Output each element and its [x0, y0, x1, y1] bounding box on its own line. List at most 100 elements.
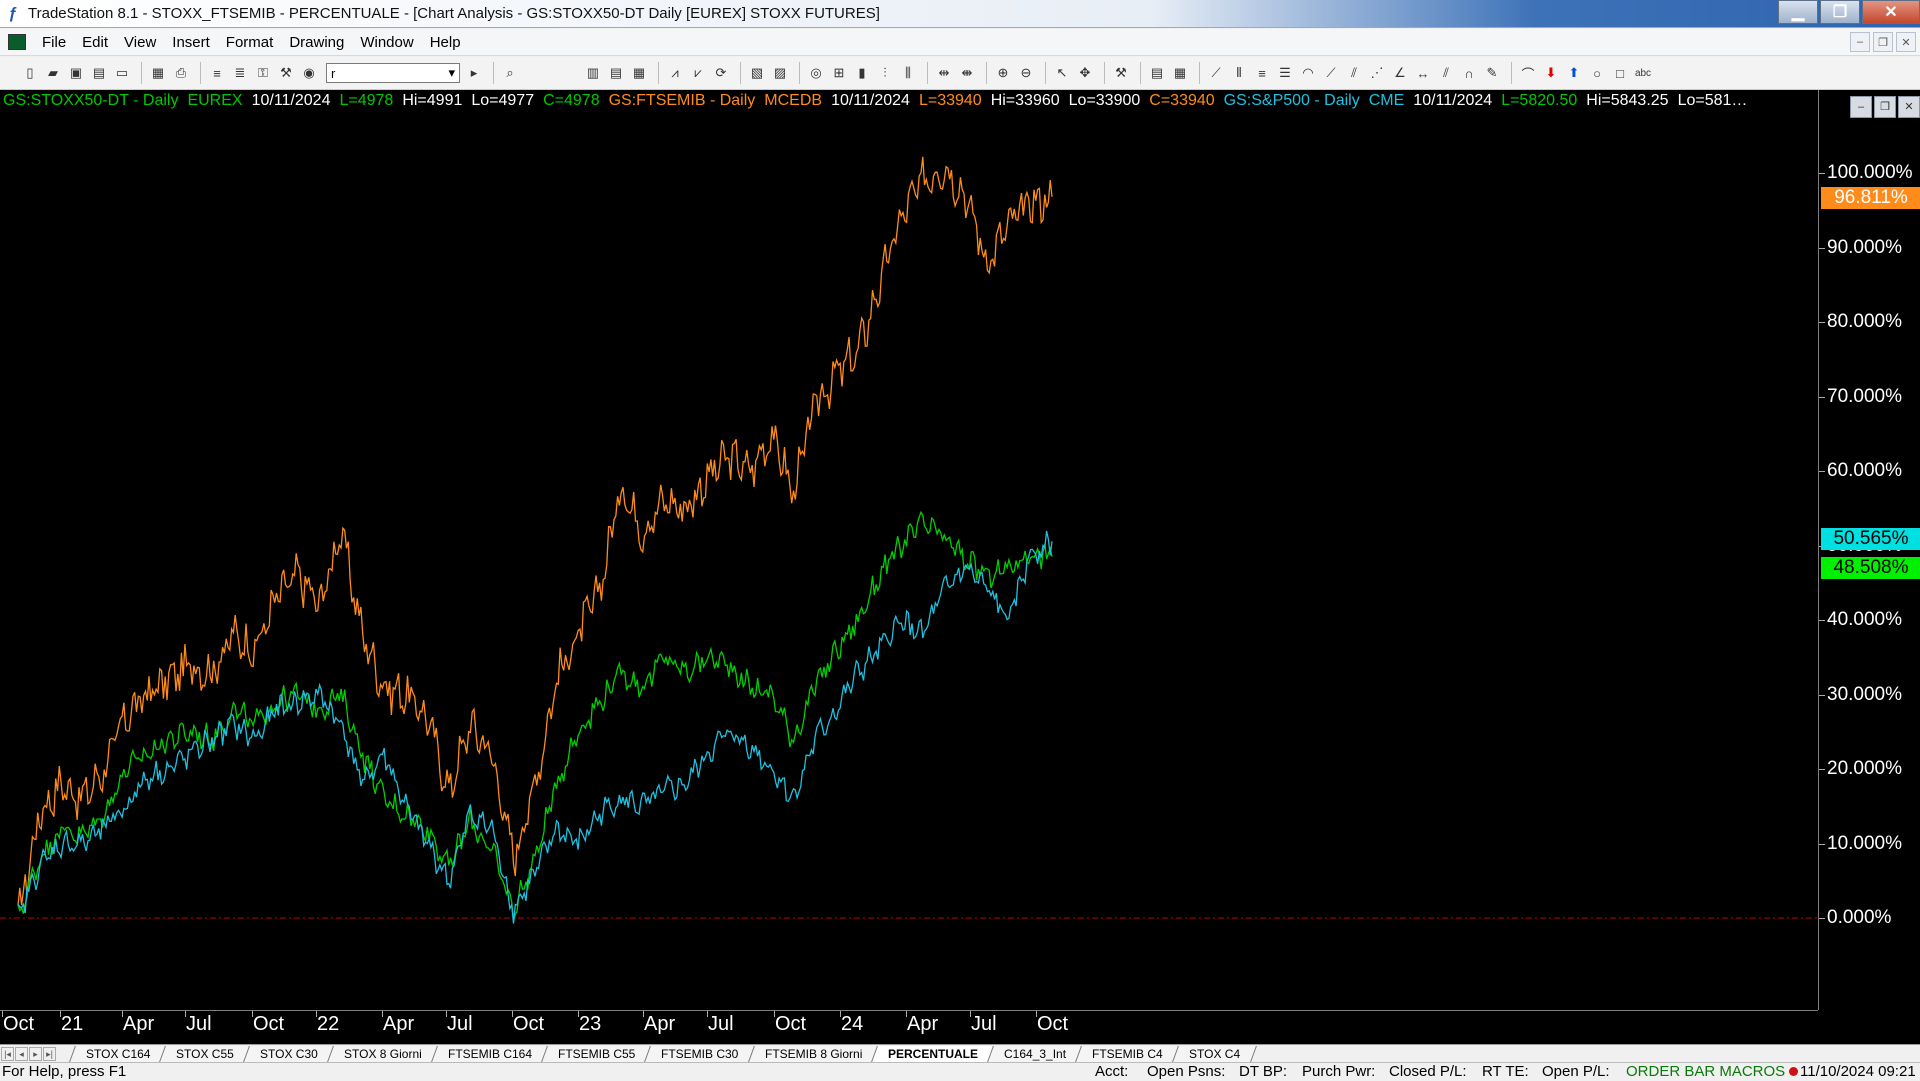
curve-icon[interactable]: ⌒: [1518, 63, 1538, 83]
cycle-icon[interactable]: ∩: [1459, 63, 1479, 83]
mdi-close-button[interactable]: ✕: [1896, 32, 1916, 52]
new-icon[interactable]: ▯: [20, 63, 40, 83]
matrix-icon[interactable]: ⊞: [829, 63, 849, 83]
table-icon[interactable]: ▦: [629, 63, 649, 83]
zoom-in-icon[interactable]: ⊕: [993, 63, 1013, 83]
y-tick-label: 30.000%: [1827, 683, 1903, 705]
order-bar-macros[interactable]: ORDER BAR MACROS: [1626, 1063, 1802, 1081]
sheet-tab[interactable]: STOX C164: [69, 1045, 168, 1062]
ray-icon[interactable]: ⟋: [1321, 63, 1341, 83]
candle-icon[interactable]: ▮: [852, 63, 872, 83]
subwindow-restore-button[interactable]: ❐: [1874, 96, 1896, 118]
trendline-icon[interactable]: ⟋: [1206, 63, 1226, 83]
prev-tab-icon[interactable]: ◂: [15, 1046, 28, 1061]
series-line-sp500[interactable]: [17, 530, 1053, 924]
print-icon[interactable]: ⎙: [171, 63, 191, 83]
data-window-icon[interactable]: ⩘: [665, 63, 685, 83]
sheet-tab[interactable]: STOX C30: [243, 1045, 336, 1062]
insert-indicator-icon[interactable]: ▧: [747, 63, 767, 83]
menu-file[interactable]: File: [34, 34, 74, 51]
format-symbol-icon[interactable]: ⩗: [688, 63, 708, 83]
lock-icon[interactable]: ⚿: [253, 63, 273, 83]
menu-drawing[interactable]: Drawing: [281, 34, 352, 51]
drag-icon[interactable]: ✥: [1075, 63, 1095, 83]
mdi-minimize-button[interactable]: –: [1850, 32, 1870, 52]
arc-icon[interactable]: ◠: [1298, 63, 1318, 83]
refresh-icon[interactable]: ⟳: [711, 63, 731, 83]
angle-icon[interactable]: ∠: [1390, 63, 1410, 83]
last-tab-icon[interactable]: ▸|: [43, 1046, 56, 1061]
zoom-out-icon[interactable]: ⊖: [1016, 63, 1036, 83]
line-chart-icon[interactable]: ▤: [606, 63, 626, 83]
symbol-input[interactable]: r ▾: [326, 63, 460, 83]
open-icon[interactable]: ▰: [43, 63, 63, 83]
next-tab-icon[interactable]: ▸: [29, 1046, 42, 1061]
vertical-lines-icon[interactable]: ⦀: [1229, 63, 1249, 83]
chart-window[interactable]: GS:STOXX50-DT - Daily EUREX 10/11/2024 L=49…: [0, 90, 1920, 1044]
save-icon[interactable]: ▦: [148, 63, 168, 83]
sheet-tab[interactable]: PERCENTUALE: [871, 1045, 995, 1062]
chart-plot-area[interactable]: [0, 90, 1818, 1010]
menu-view[interactable]: View: [116, 34, 164, 51]
sheet-tab[interactable]: C164_3_Int: [987, 1045, 1084, 1062]
maximize-button[interactable]: ❐: [1820, 0, 1860, 24]
fibonacci-icon[interactable]: ☰: [1275, 63, 1295, 83]
wrench-icon[interactable]: ⚒: [1111, 63, 1131, 83]
order-bar-icon[interactable]: ▤: [1147, 63, 1167, 83]
menu-help[interactable]: Help: [422, 34, 469, 51]
menu-format[interactable]: Format: [218, 34, 282, 51]
window-tile-icon[interactable]: ≡: [207, 63, 227, 83]
bar-chart-icon[interactable]: ▥: [583, 63, 603, 83]
pointer-icon[interactable]: ↖: [1052, 63, 1072, 83]
horizontal-lines-icon[interactable]: ≡: [1252, 63, 1272, 83]
chevron-down-icon[interactable]: ▾: [448, 65, 455, 81]
ohlc-icon[interactable]: ⫶: [875, 63, 895, 83]
series-line-stoxx50[interactable]: [17, 510, 1053, 922]
folder-icon[interactable]: ▭: [112, 63, 132, 83]
minimize-button[interactable]: ▁: [1778, 0, 1818, 24]
horizontal-arrow-icon[interactable]: ↔: [1413, 63, 1433, 83]
new-workspace-icon[interactable]: ▤: [89, 63, 109, 83]
gann-fan-icon[interactable]: ⋰: [1367, 63, 1387, 83]
text-icon[interactable]: abc: [1633, 63, 1653, 83]
up-arrow-icon[interactable]: ⬆: [1564, 63, 1584, 83]
radar-icon[interactable]: ◎: [806, 63, 826, 83]
sheet-tab[interactable]: STOX 8 Giorni: [327, 1045, 439, 1062]
volume-icon[interactable]: ⫼: [898, 63, 918, 83]
menu-window[interactable]: Window: [352, 34, 421, 51]
time-axis[interactable]: Oct 21 Apr Jul Oct 22 Apr Jul Oct 23 Apr Jul Oct 24 Ap…: [0, 1010, 1818, 1044]
open-workspace-icon[interactable]: ▣: [66, 63, 86, 83]
price-axis[interactable]: 100.000%90.000%80.000%70.000%60.000%50.0…: [1818, 90, 1920, 1010]
window-cascade-icon[interactable]: ≣: [230, 63, 250, 83]
pen-icon[interactable]: ✎: [1482, 63, 1502, 83]
globe-icon[interactable]: ◉: [299, 63, 319, 83]
sheet-tab[interactable]: FTSEMIB C4: [1075, 1045, 1180, 1062]
sheet-tab[interactable]: FTSEMIB 8 Giorni: [747, 1045, 879, 1062]
tools-icon[interactable]: ⚒: [276, 63, 296, 83]
spacing-icon[interactable]: ⇹: [934, 63, 954, 83]
subwindow-close-button[interactable]: ✕: [1898, 96, 1920, 118]
rectangle-icon[interactable]: □: [1610, 63, 1630, 83]
insert-strategy-icon[interactable]: ▨: [770, 63, 790, 83]
subwindow-minimize-button[interactable]: –: [1850, 96, 1872, 118]
sheet-tab[interactable]: FTSEMIB C55: [541, 1045, 653, 1062]
compress-icon[interactable]: ⇼: [957, 63, 977, 83]
sheet-tab[interactable]: FTSEMIB C164: [431, 1045, 549, 1062]
sheet-tab[interactable]: STOX C4: [1171, 1045, 1257, 1062]
ellipse-icon[interactable]: ○: [1587, 63, 1607, 83]
grid-icon[interactable]: ▦: [1170, 63, 1190, 83]
channel-icon[interactable]: ⫽: [1436, 63, 1456, 83]
close-button[interactable]: ✕: [1862, 0, 1920, 24]
series-line-ftsemib[interactable]: [17, 156, 1053, 906]
go-arrow-icon[interactable]: ▸: [464, 63, 484, 83]
mdi-restore-button[interactable]: ❐: [1873, 32, 1893, 52]
chart-document-icon[interactable]: [8, 34, 26, 50]
sheet-tab[interactable]: STOX C55: [159, 1045, 252, 1062]
first-tab-icon[interactable]: |◂: [1, 1046, 14, 1061]
menu-edit[interactable]: Edit: [74, 34, 116, 51]
sheet-tab[interactable]: FTSEMIB C30: [644, 1045, 756, 1062]
speed-lines-icon[interactable]: ⫽: [1344, 63, 1364, 83]
menu-insert[interactable]: Insert: [164, 34, 218, 51]
symbol-lookup-icon[interactable]: ⌕: [500, 63, 520, 83]
down-arrow-icon[interactable]: ⬇: [1541, 63, 1561, 83]
